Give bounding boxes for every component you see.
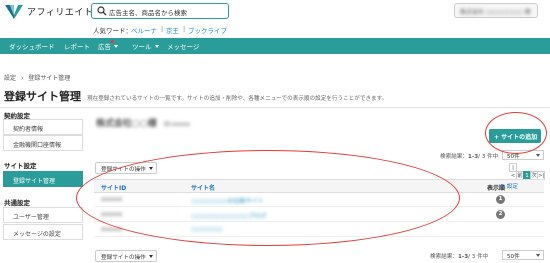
breadcrumb-home[interactable]: 設定	[4, 75, 16, 82]
gear-icon: ⚙	[500, 184, 506, 190]
popular-words-label: 人気ワード：	[93, 27, 132, 35]
logo-text: アフィリエイト	[27, 8, 94, 18]
breadcrumb-separator: ›	[20, 75, 24, 82]
site-ops-label: 登録サイトの操作	[101, 255, 146, 261]
settings-link[interactable]: ⚙ 設定	[500, 182, 518, 190]
owner-id: ID:xxxxx	[163, 121, 191, 128]
owner-name-text: 株式会社○○様	[96, 119, 157, 129]
breadcrumb-current: 登録サイト管理	[28, 75, 71, 82]
nav-ads[interactable]: 広告	[98, 41, 118, 51]
result-label: 検索結果：	[430, 254, 458, 260]
main-nav: ダッシュボード レポート 広告 ツール メッセージ	[0, 38, 550, 54]
nav-messages[interactable]: メッセージ	[167, 41, 199, 51]
popular-word-link[interactable]: ベルーナ	[131, 25, 157, 35]
divider: |	[183, 25, 186, 33]
result-label: 検索結果：	[440, 154, 468, 160]
header: アフィリエイト 広告主名、商品名から検索 人気ワード： ベルーナ | 京王 | …	[0, 0, 550, 38]
nav-dashboard[interactable]: ダッシュボード	[9, 41, 55, 51]
popular-word-link[interactable]: ブックライブ	[188, 25, 227, 35]
result-total: / 3 件中	[478, 154, 499, 160]
sidebar-item-message-settings[interactable]: メッセージの設定	[3, 224, 83, 240]
divider: |	[161, 25, 164, 33]
result-range: 1-3	[457, 254, 469, 260]
notification-dot	[111, 40, 114, 43]
sidebar-heading-common: 共通設定	[4, 199, 30, 207]
per-page-value: 50件	[507, 254, 520, 260]
order-badge: 1	[496, 195, 505, 204]
sidebar-item-bank[interactable]: 金融機関口座情報	[3, 135, 83, 151]
sidebar-item-contractor[interactable]: 契約者情報	[3, 119, 83, 135]
search-input[interactable]: 広告主名、商品名から検索	[91, 3, 229, 19]
nav-ads-label: 広告	[98, 43, 111, 51]
per-page-value: 50件	[507, 154, 520, 160]
site-operations-dropdown-bottom[interactable]: 登録サイトの操作	[95, 250, 157, 262]
annotation-ellipse-add-button	[485, 112, 547, 154]
popular-word-link[interactable]: 京王	[166, 25, 179, 35]
chevron-down-icon	[148, 255, 153, 258]
chevron-down-icon	[536, 154, 540, 157]
page-description: 現在登録されているサイトの一覧です。サイトの追加・削除や、各種メニューでの表示順…	[87, 96, 388, 102]
result-count-bottom: 検索結果：1-3/ 3 件中	[430, 252, 488, 260]
order-badge: 2	[496, 210, 505, 219]
settings-label: 設定	[506, 184, 518, 190]
divider	[0, 107, 550, 108]
annotation-ellipse-table	[76, 150, 460, 246]
owner-name: 株式会社○○様 ID:xxxxx	[96, 116, 190, 129]
sidebar-item-users[interactable]: ユーザー管理	[3, 207, 83, 223]
search-placeholder: 広告主名、商品名から検索	[109, 9, 187, 17]
per-page-select-bottom[interactable]: 50件	[502, 250, 544, 260]
chevron-down-icon	[536, 254, 540, 257]
search-icon	[97, 6, 107, 16]
sidebar-item-sites[interactable]: 登録サイト管理	[3, 171, 83, 187]
page-title: 登録サイト管理	[4, 90, 81, 103]
result-count: 検索結果：1-3/ 3 件中	[440, 152, 498, 160]
breadcrumb: 設定 › 登録サイト管理	[4, 73, 70, 82]
result-total: / 3 件中	[468, 254, 489, 260]
chevron-down-icon	[114, 45, 118, 48]
chevron-down-icon	[154, 45, 159, 48]
result-range: 1-3	[467, 154, 479, 160]
nav-tools-label: ツール	[132, 43, 152, 51]
nav-report[interactable]: レポート	[64, 41, 90, 51]
user-name: 株式会社 ○○○○○○○ 様	[460, 9, 531, 16]
user-menu[interactable]: 株式会社 ○○○○○○○ 様	[454, 3, 538, 18]
logo-icon[interactable]	[5, 5, 23, 19]
pagination: |< 前 1 次>|	[509, 163, 545, 180]
sidebar-heading-site: サイト設定	[4, 162, 37, 170]
nav-tools[interactable]: ツール	[132, 41, 159, 51]
